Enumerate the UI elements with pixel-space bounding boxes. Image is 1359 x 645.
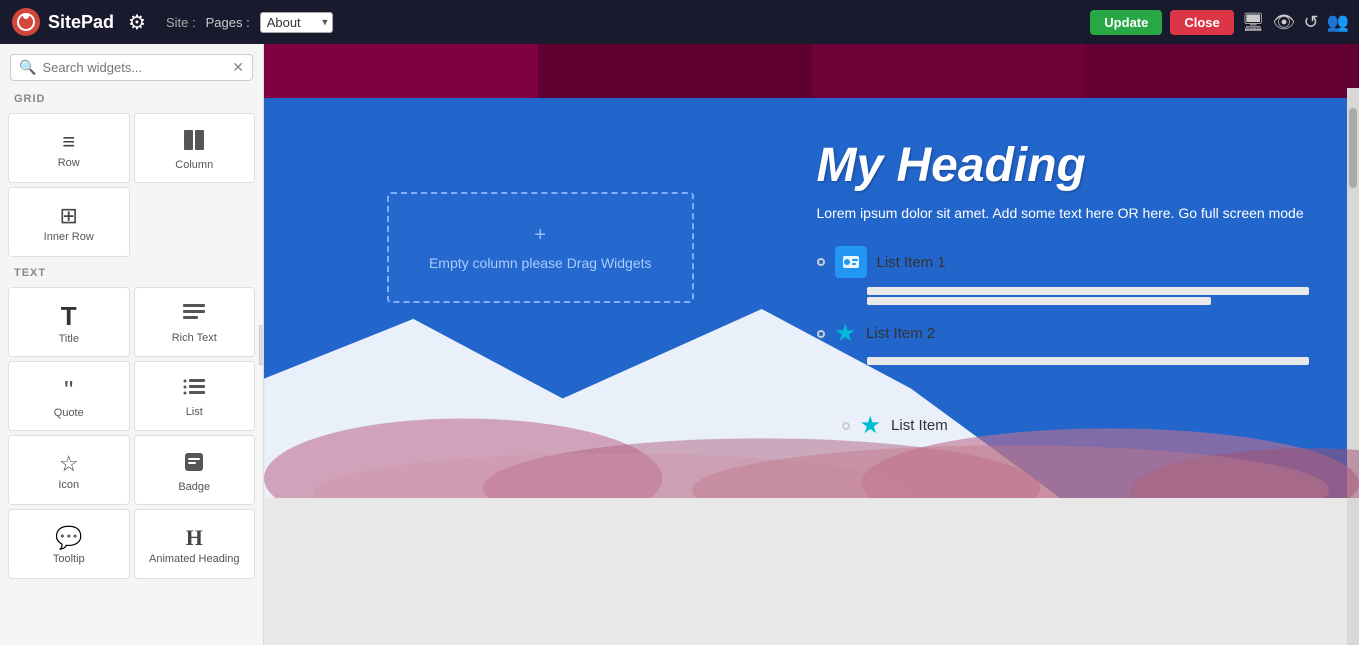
list-bullet-1 [817,258,825,266]
list-item-3-container: ★ List Item [264,397,1359,454]
history-icon[interactable]: ↺ [1303,12,1318,33]
list-label: List [186,406,203,418]
widget-list[interactable]: List [134,361,256,431]
hero-body: Lorem ipsum dolor sit amet. Add some tex… [817,203,1310,224]
widget-rich-text[interactable]: Rich Text [134,287,256,357]
inner-row-icon: ⊞ [60,205,78,227]
quote-icon: " [64,377,73,403]
section-grid-label: GRID [0,87,263,109]
row-label: Row [58,157,80,169]
list-item-3-icon: ★ [860,411,882,440]
close-button[interactable]: Close [1170,10,1233,35]
widget-inner-row[interactable]: ⊞ Inner Row [8,187,130,257]
drop-zone-plus-icon: + [534,224,546,247]
pages-label: Pages : [206,15,250,30]
desktop-icon[interactable]: 🖥 [1242,12,1265,33]
drop-zone-text: Empty column please Drag Widgets [429,255,652,271]
hero-heading: My Heading [817,138,1310,193]
column-label: Column [175,159,213,171]
grid-section-widgets: ≡ Row Column ⊞ Inner Row [0,109,263,261]
rich-text-label: Rich Text [172,332,217,344]
title-label: Title [59,333,79,345]
topbar: SitePad ⚙ Site : Pages : About Home Cont… [0,0,1359,44]
row-icon: ≡ [62,131,75,153]
list-item-3: ★ List Item [842,405,1330,446]
widget-tooltip[interactable]: 💬 Tooltip [8,509,130,579]
topbar-right: Update Close 🖥 👁 ↺ 👥 [1090,10,1349,35]
search-clear-icon[interactable]: ✕ [232,59,244,76]
list-bullet-3 [842,422,850,430]
hero-section: + Empty column please Drag Widgets My He… [264,98,1359,498]
list-item-1-text: List Item 1 [877,254,946,271]
animated-heading-icon: H [186,527,203,549]
list-item-2: ★ List Item 2 [817,313,1310,354]
search-input[interactable] [42,60,232,75]
widget-title[interactable]: T Title [8,287,130,357]
preview-block-4 [1085,44,1359,98]
badge-icon [183,451,205,477]
badge-label: Badge [178,481,210,493]
column-icon [183,129,205,155]
widget-icon[interactable]: ☆ Icon [8,435,130,505]
inner-row-label: Inner Row [44,231,94,243]
preview-block-3 [812,44,1086,98]
canvas: + Empty column please Drag Widgets My He… [264,44,1359,645]
preview-icon[interactable]: 👁 [1273,12,1296,33]
preview-block-2 [538,44,812,98]
logo-text: SitePad [48,12,114,33]
tooltip-label: Tooltip [53,553,85,565]
animated-heading-label: Animated Heading [149,553,240,565]
list-item-2-text: List Item 2 [866,325,935,342]
settings-icon[interactable]: ⚙ [128,10,146,35]
list-item-2-icon: ★ [835,319,857,348]
list-item-1: List Item 1 [817,240,1310,284]
widget-badge[interactable]: Badge [134,435,256,505]
list-item-3-text: List Item [891,417,948,434]
site-label: Site : [166,15,196,30]
widget-column[interactable]: Column [134,113,256,183]
logo-icon [10,6,42,38]
list-item-1-bar-full [867,287,1310,295]
section-text-label: TEXT [0,261,263,283]
widget-quote[interactable]: " Quote [8,361,130,431]
list-item-2-bar-full [867,357,1310,365]
drop-zone[interactable]: + Empty column please Drag Widgets [387,192,694,303]
widget-row[interactable]: ≡ Row [8,113,130,183]
rich-text-icon [183,304,205,328]
hero-content: + Empty column please Drag Widgets My He… [264,98,1359,397]
preview-strip [264,44,1359,98]
search-icon: 🔍 [19,59,36,76]
widget-animated-heading[interactable]: H Animated Heading [134,509,256,579]
icon-label: Icon [58,479,79,491]
hero-left-column: + Empty column please Drag Widgets [294,118,787,377]
title-icon: T [61,303,77,329]
list-icon [183,378,205,402]
update-button[interactable]: Update [1090,10,1162,35]
main-layout: 🔍 ✕ GRID ≡ Row Column ⊞ Inner [0,44,1359,645]
search-row: 🔍 ✕ [10,54,253,81]
list-item-1-icon [835,246,867,278]
structure-icon[interactable]: 👥 [1327,12,1349,33]
list-bullet-2 [817,330,825,338]
preview-block-1 [264,44,538,98]
list-item-1-bar-partial [867,297,1212,305]
tooltip-icon: 💬 [55,527,82,549]
quote-label: Quote [54,407,84,419]
pages-select-wrapper: About Home Contact Blog [260,12,333,33]
hero-right-column: My Heading Lorem ipsum dolor sit amet. A… [787,118,1330,377]
logo: SitePad [10,6,114,38]
pages-select[interactable]: About Home Contact Blog [260,12,333,33]
sidebar: 🔍 ✕ GRID ≡ Row Column ⊞ Inner [0,44,264,645]
icon-widget-icon: ☆ [59,453,79,475]
text-section-widgets: T Title Rich Text " Quote [0,283,263,583]
